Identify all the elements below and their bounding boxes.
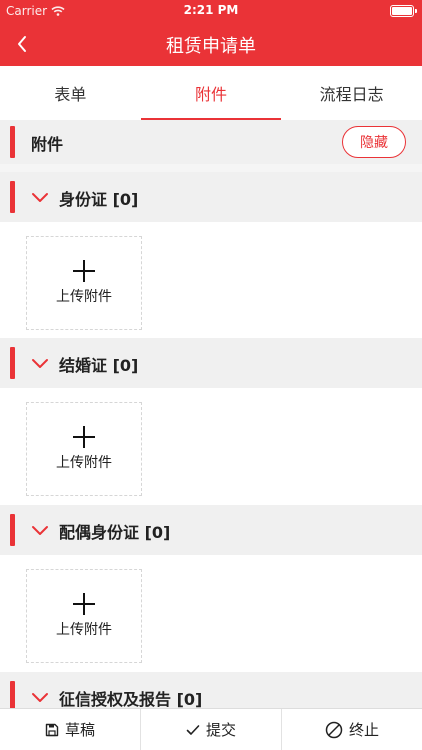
tab-attachments[interactable]: 附件 bbox=[140, 66, 282, 120]
nav-bar: 租赁申请单 bbox=[0, 22, 422, 66]
plus-icon bbox=[73, 426, 95, 448]
bottom-action-bar: 草稿 提交 终止 bbox=[0, 708, 422, 750]
battery-icon bbox=[390, 5, 417, 17]
submit-button[interactable]: 提交 bbox=[141, 709, 282, 750]
tab-bar: 表单 附件 流程日志 bbox=[0, 66, 422, 120]
section-title: 身份证 [0] bbox=[59, 190, 139, 209]
page-title: 租赁申请单 bbox=[166, 36, 256, 57]
hide-button[interactable]: 隐藏 bbox=[342, 126, 406, 158]
status-time: 2:21 PM bbox=[183, 3, 239, 17]
stop-icon bbox=[325, 721, 343, 738]
terminate-button[interactable]: 终止 bbox=[282, 709, 422, 750]
plus-icon bbox=[73, 260, 95, 282]
terminate-label: 终止 bbox=[348, 721, 379, 739]
draft-label: 草稿 bbox=[64, 721, 95, 739]
tab-process-log[interactable]: 流程日志 bbox=[281, 66, 422, 120]
save-icon bbox=[45, 723, 59, 736]
check-icon bbox=[186, 724, 200, 735]
attachments-header: 附件 隐藏 bbox=[0, 120, 422, 164]
section-body: 上传附件 bbox=[0, 555, 422, 672]
tab-form[interactable]: 表单 bbox=[0, 66, 141, 120]
accent-marker bbox=[10, 514, 15, 546]
draft-button[interactable]: 草稿 bbox=[0, 709, 141, 750]
section-body: 上传附件 bbox=[0, 388, 422, 505]
section-title: 结婚证 [0] bbox=[59, 356, 139, 375]
upload-label: 上传附件 bbox=[56, 622, 112, 638]
chevron-down-icon bbox=[32, 193, 48, 202]
chevron-down-icon bbox=[32, 526, 48, 535]
section-title: 征信授权及报告 [0] bbox=[59, 690, 203, 709]
upload-attachment-button[interactable]: 上传附件 bbox=[26, 236, 142, 330]
chevron-down-icon bbox=[32, 693, 48, 702]
upload-label: 上传附件 bbox=[56, 455, 112, 471]
section-body: 上传附件 bbox=[0, 222, 422, 338]
app-header: Carrier 2:21 PM 租赁申请单 bbox=[0, 0, 422, 66]
upload-attachment-button[interactable]: 上传附件 bbox=[26, 402, 142, 496]
section-header-spouse-id[interactable]: 配偶身份证 [0] bbox=[0, 505, 422, 555]
section-header-marriage-cert[interactable]: 结婚证 [0] bbox=[0, 338, 422, 388]
section-title: 配偶身份证 [0] bbox=[59, 523, 171, 542]
upload-label: 上传附件 bbox=[56, 289, 112, 305]
accent-marker bbox=[10, 126, 15, 158]
upload-attachment-button[interactable]: 上传附件 bbox=[26, 569, 142, 663]
status-bar: Carrier 2:21 PM bbox=[0, 0, 422, 22]
accent-marker bbox=[10, 181, 15, 213]
attachments-title: 附件 bbox=[31, 135, 64, 154]
plus-icon bbox=[73, 593, 95, 615]
chevron-down-icon bbox=[32, 359, 48, 368]
accent-marker bbox=[10, 347, 15, 379]
submit-label: 提交 bbox=[205, 721, 236, 739]
section-header-id-card[interactable]: 身份证 [0] bbox=[0, 172, 422, 222]
